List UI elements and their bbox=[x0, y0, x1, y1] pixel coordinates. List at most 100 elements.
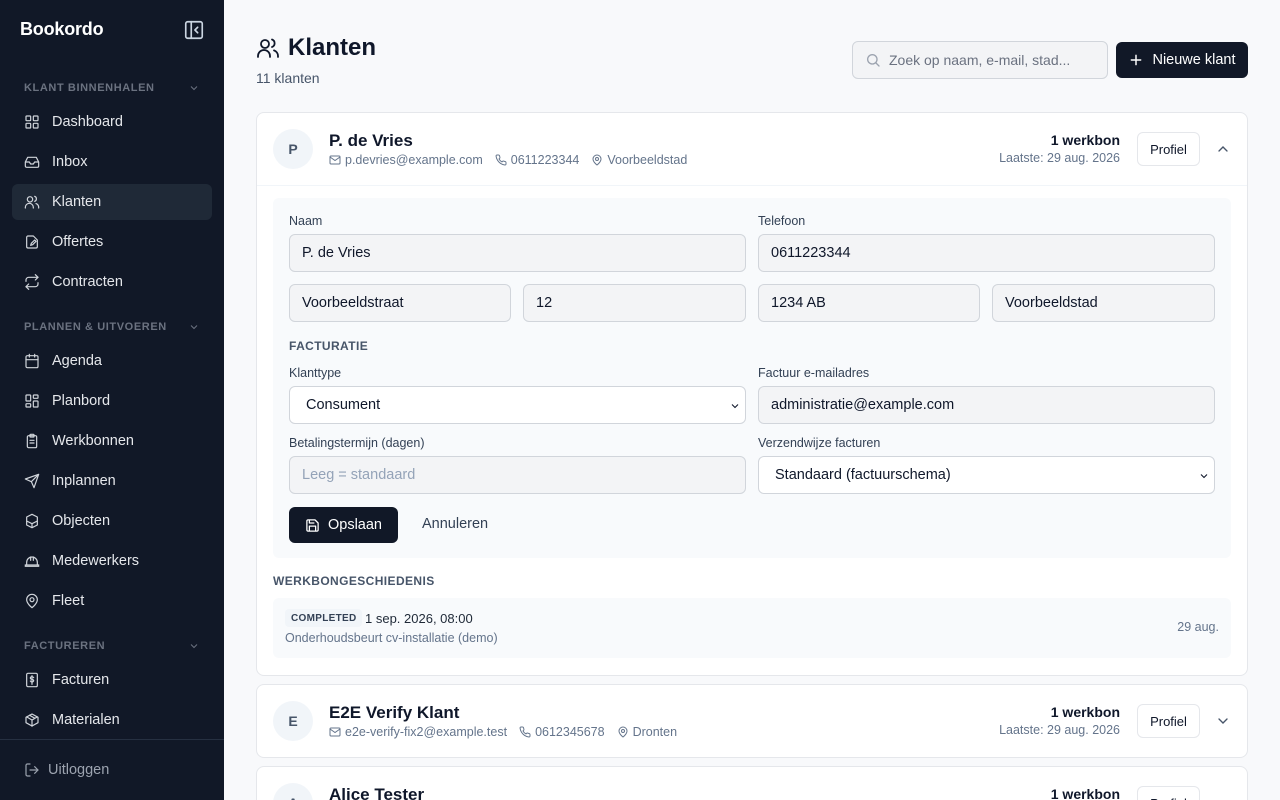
postcode-input[interactable] bbox=[758, 284, 980, 322]
customer-name: Alice Tester bbox=[329, 785, 425, 800]
sidebar-item-label: Inbox bbox=[52, 154, 88, 170]
customer-type-label: Klanttype bbox=[289, 366, 342, 380]
customer-phone: 0611223344 bbox=[495, 153, 579, 167]
section-title: KLANT BINNENHALEN bbox=[24, 82, 155, 94]
sidebar-item-label: Inplannen bbox=[52, 473, 116, 489]
profile-button[interactable]: Profiel bbox=[1137, 132, 1200, 166]
avatar: E bbox=[273, 701, 313, 741]
sidebar-item-contracten[interactable]: Contracten bbox=[12, 264, 212, 300]
customer-card-header[interactable]: E E2E Verify Klant e2e-verify-fix2@examp… bbox=[257, 685, 1247, 757]
sidebar-item-klanten[interactable]: Klanten bbox=[12, 184, 212, 220]
sidebar-item-label: Objecten bbox=[52, 513, 111, 529]
sidebar-item-label: Werkbonnen bbox=[52, 433, 134, 449]
workorder-description: Onderhoudsbeurt cv-installatie (demo) bbox=[285, 631, 498, 645]
billing-section-title: FACTURATIE bbox=[289, 339, 369, 353]
last-workorder-date: Laatste: 29 aug. 2026 bbox=[999, 723, 1120, 737]
chevron-down-icon bbox=[190, 86, 198, 91]
grid-icon bbox=[25, 115, 39, 129]
invoice-icon bbox=[26, 672, 38, 688]
house-number-input[interactable] bbox=[523, 284, 746, 322]
city-input[interactable] bbox=[992, 284, 1215, 322]
customer-name: P. de Vries bbox=[329, 131, 413, 150]
customer-phone: 0612345678 bbox=[519, 725, 605, 739]
workorder-count: 1 werkbon bbox=[1050, 786, 1120, 800]
cancel-button[interactable]: Annuleren bbox=[422, 516, 488, 532]
shipping-method-select[interactable]: Standaard (factuurschema) bbox=[758, 456, 1215, 494]
save-button[interactable]: Opslaan bbox=[289, 507, 398, 543]
customer-card-header[interactable]: A Alice Tester 1 werkbon Profiel bbox=[257, 767, 1247, 800]
phone-icon bbox=[495, 154, 507, 166]
payment-term-label: Betalingstermijn (dagen) bbox=[289, 436, 425, 450]
workorder-datetime: 1 sep. 2026, 08:00 bbox=[365, 611, 473, 626]
page-title-text: Klanten bbox=[288, 34, 377, 61]
customer-name: E2E Verify Klant bbox=[329, 703, 460, 722]
city-text: Dronten bbox=[632, 725, 678, 739]
sidebar-item-label: Materialen bbox=[52, 712, 120, 728]
sidebar-item-agenda[interactable]: Agenda bbox=[12, 343, 212, 379]
mail-icon bbox=[329, 155, 341, 165]
new-customer-button[interactable]: Nieuwe klant bbox=[1116, 42, 1248, 78]
chevron-up-icon[interactable] bbox=[1215, 141, 1231, 157]
phone-input[interactable] bbox=[758, 234, 1215, 272]
city-text: Voorbeeldstad bbox=[607, 153, 688, 167]
board-icon bbox=[25, 394, 39, 408]
workorder-history-item[interactable]: COMPLETED 1 sep. 2026, 08:00 Onderhoudsb… bbox=[273, 598, 1231, 658]
shipping-method-value: Standaard (factuurschema) bbox=[775, 467, 951, 483]
search-box[interactable] bbox=[852, 41, 1108, 79]
street-input[interactable] bbox=[289, 284, 511, 322]
sidebar-item-offertes[interactable]: Offertes bbox=[12, 224, 212, 260]
logout-button[interactable]: Uitloggen bbox=[24, 762, 109, 778]
app-logo[interactable]: Bookordo bbox=[20, 19, 104, 40]
sidebar-item-dashboard[interactable]: Dashboard bbox=[12, 104, 212, 140]
sidebar-item-facturen[interactable]: Facturen bbox=[12, 662, 212, 698]
repeat-icon bbox=[25, 274, 39, 290]
sidebar-item-materialen[interactable]: Materialen bbox=[12, 702, 212, 738]
mail-icon bbox=[329, 727, 341, 737]
sidebar-footer: Uitloggen bbox=[0, 739, 224, 800]
plus-icon bbox=[1131, 54, 1142, 66]
map-pin-icon bbox=[26, 593, 38, 609]
sidebar-item-objecten[interactable]: Objecten bbox=[12, 503, 212, 539]
profile-button[interactable]: Profiel bbox=[1137, 704, 1200, 738]
customer-card: E E2E Verify Klant e2e-verify-fix2@examp… bbox=[256, 684, 1248, 758]
sidebar-item-inplannen[interactable]: Inplannen bbox=[12, 463, 212, 499]
logout-icon bbox=[25, 763, 39, 777]
sidebar-item-fleet[interactable]: Fleet bbox=[12, 583, 212, 619]
sidebar-collapse-icon[interactable] bbox=[183, 19, 205, 41]
logout-label: Uitloggen bbox=[48, 762, 110, 778]
section-plannen-uitvoeren[interactable]: PLANNEN & UITVOEREN bbox=[24, 319, 200, 335]
customer-card-header[interactable]: P P. de Vries p.devries@example.com 0611… bbox=[257, 113, 1247, 185]
invoice-email-input[interactable] bbox=[758, 386, 1215, 424]
section-klant-binnenhalen[interactable]: KLANT BINNENHALEN bbox=[24, 80, 200, 96]
sidebar-item-werkbonnen[interactable]: Werkbonnen bbox=[12, 423, 212, 459]
section-factureren[interactable]: FACTUREREN bbox=[24, 638, 200, 654]
chevron-down-icon[interactable] bbox=[1215, 713, 1231, 729]
chevron-down-icon bbox=[190, 325, 198, 330]
search-icon bbox=[867, 54, 880, 67]
workorder-count: 1 werkbon bbox=[1050, 132, 1120, 148]
customer-meta: p.devries@example.com 0611223344 Voorbee… bbox=[329, 153, 699, 167]
save-label: Opslaan bbox=[327, 517, 382, 533]
sidebar-item-inbox[interactable]: Inbox bbox=[12, 144, 212, 180]
hardhat-icon bbox=[24, 556, 40, 567]
workorder-history-title: WERKBONGESCHIEDENIS bbox=[273, 574, 435, 588]
email-text: p.devries@example.com bbox=[345, 153, 483, 167]
map-pin-icon bbox=[592, 154, 602, 166]
payment-term-input[interactable] bbox=[289, 456, 746, 494]
sidebar-item-planbord[interactable]: Planbord bbox=[12, 383, 212, 419]
customer-meta: e2e-verify-fix2@example.test 0612345678 … bbox=[329, 725, 689, 739]
sidebar-item-label: Facturen bbox=[52, 672, 110, 688]
sidebar-item-label: Offertes bbox=[52, 234, 104, 250]
sidebar: Bookordo KLANT BINNENHALEN Dashboard Inb… bbox=[0, 0, 224, 800]
customer-type-value: Consument bbox=[306, 397, 381, 413]
name-input[interactable] bbox=[289, 234, 746, 272]
page-title: Klanten bbox=[256, 34, 376, 62]
search-input[interactable] bbox=[889, 52, 1099, 68]
profile-button[interactable]: Profiel bbox=[1137, 786, 1200, 800]
email-text: e2e-verify-fix2@example.test bbox=[345, 725, 508, 739]
sidebar-item-label: Klanten bbox=[52, 194, 102, 210]
sidebar-item-medewerkers[interactable]: Medewerkers bbox=[12, 543, 212, 579]
phone-label: Telefoon bbox=[758, 214, 806, 228]
customer-type-select[interactable]: Consument bbox=[289, 386, 746, 424]
map-pin-icon bbox=[618, 726, 628, 738]
